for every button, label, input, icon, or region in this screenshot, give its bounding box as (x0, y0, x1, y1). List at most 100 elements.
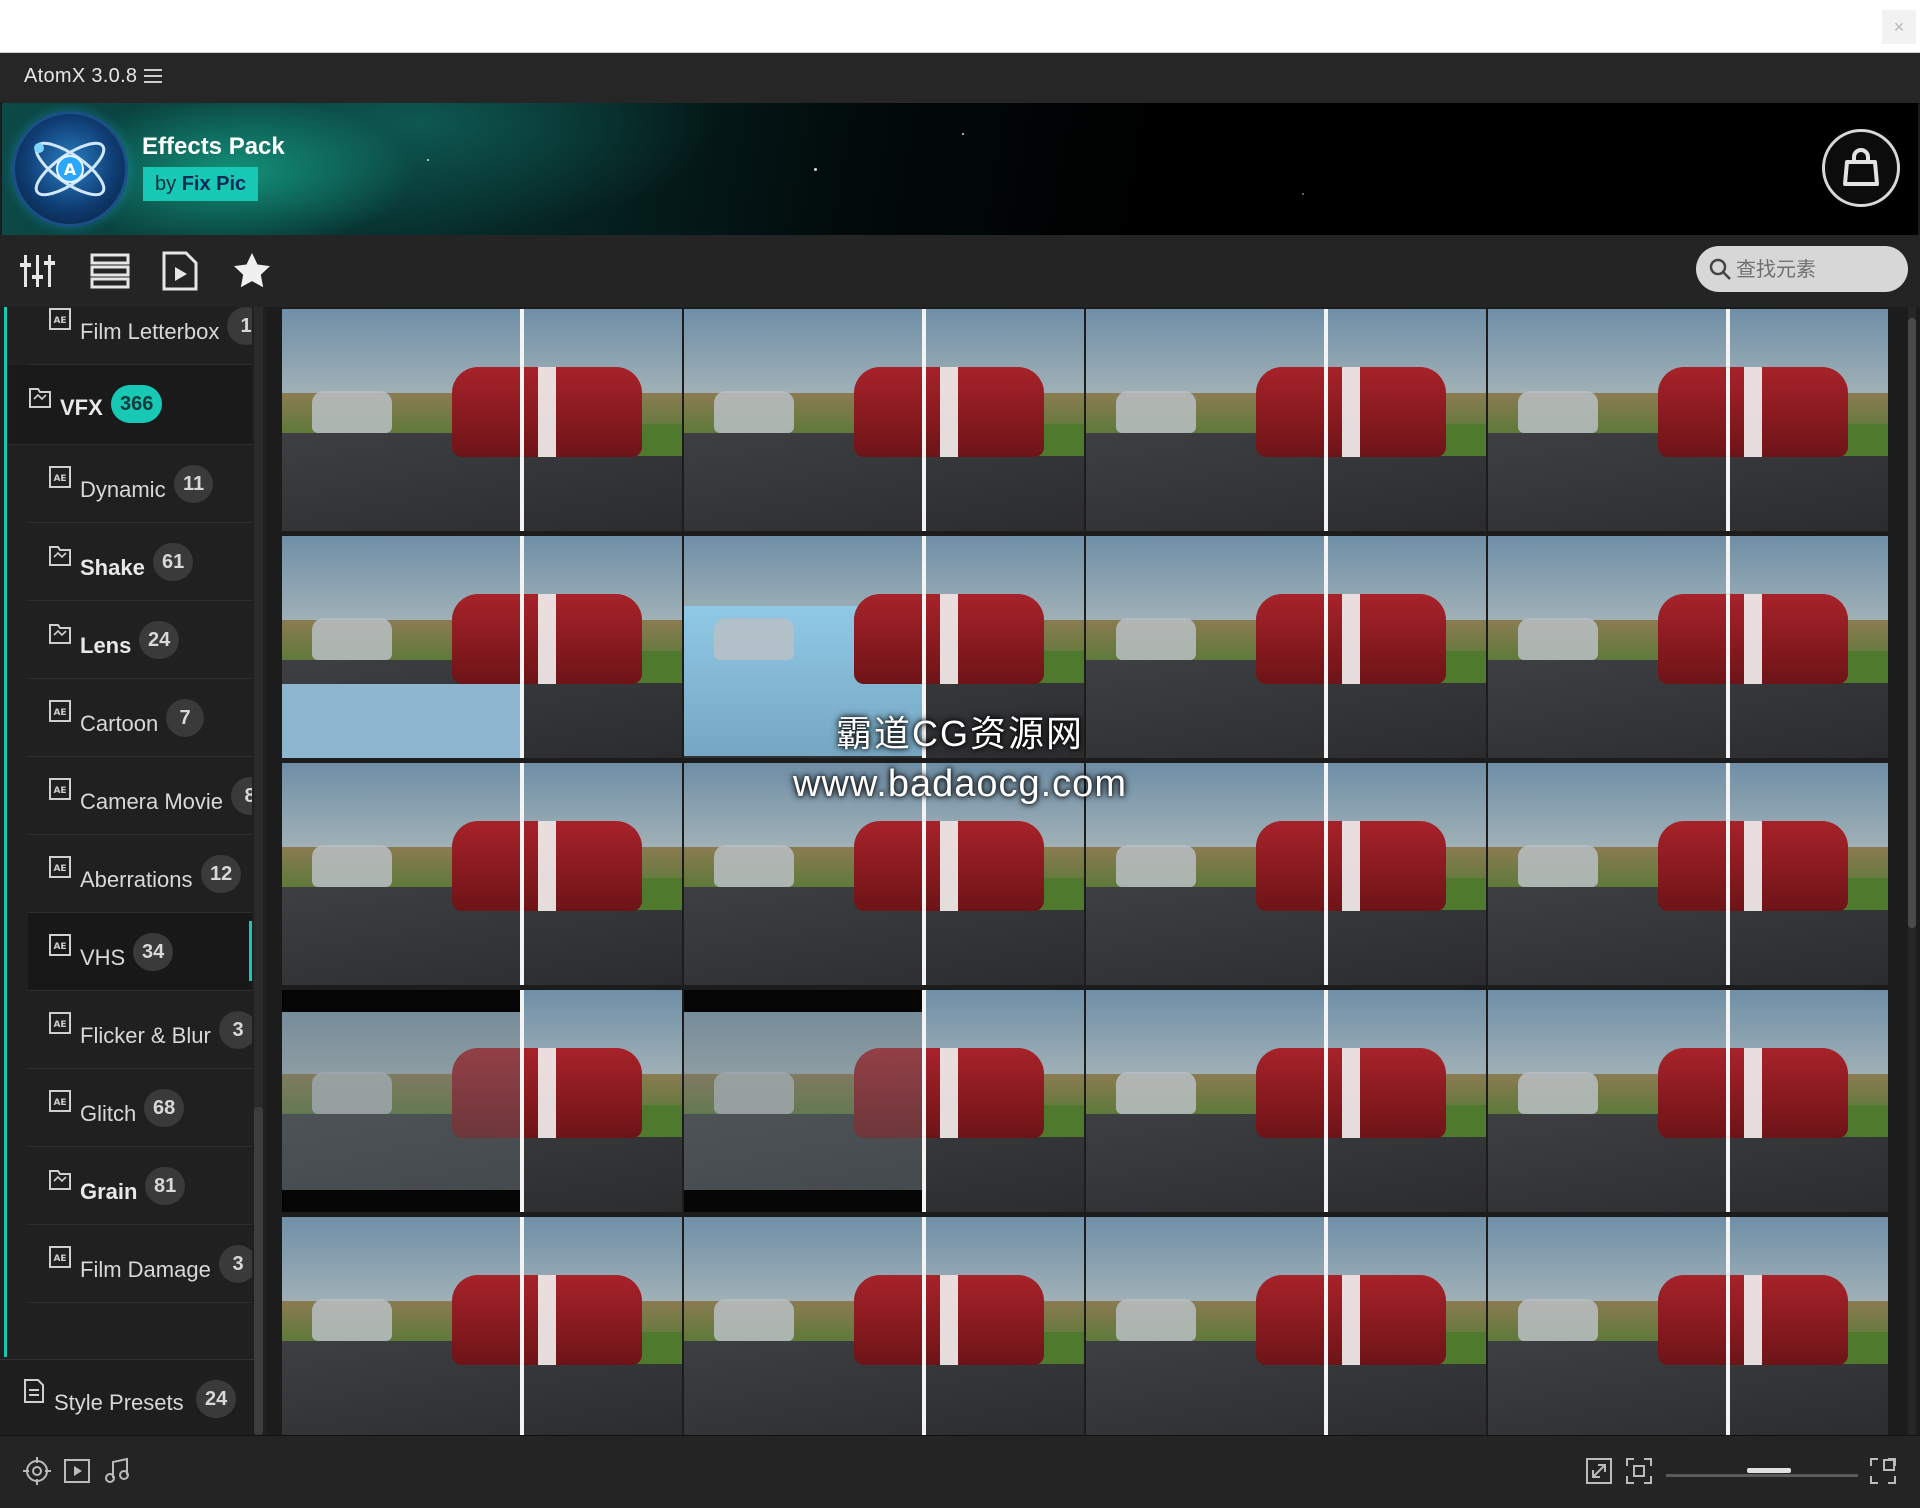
folder-icon (28, 385, 52, 409)
sidebar-item-vfx[interactable]: VFX 366 (8, 365, 252, 445)
music-icon[interactable] (102, 1456, 132, 1486)
banner-title: Effects Pack (142, 133, 285, 160)
sidebar-item-glitch[interactable]: AE Glitch 68 (28, 1069, 252, 1147)
svg-text:AE: AE (53, 786, 66, 796)
zoom-slider-knob[interactable] (1747, 1468, 1792, 1473)
effect-preview-tile[interactable] (684, 1217, 1084, 1435)
svg-text:AE: AE (53, 1020, 66, 1030)
effect-preview-tile[interactable] (684, 536, 1084, 758)
effect-preview-tile[interactable] (1086, 1217, 1486, 1435)
category-sidebar: AE Film Letterbox 1 VFX 366 AE Dynamic 11 Shake 6… (0, 307, 267, 1435)
effect-preview-tile[interactable] (282, 763, 682, 985)
sidebar-item-count: 81 (145, 1167, 186, 1205)
sidebar-item-camera-movie[interactable]: AE Camera Movie 8 (28, 757, 252, 835)
svg-text:AE: AE (53, 708, 66, 718)
sidebar-item-label: Aberrations (80, 867, 193, 892)
main-toolbar (0, 235, 1920, 307)
star-decoration (1302, 193, 1304, 195)
svg-text:AE: AE (53, 1098, 66, 1108)
sidebar-item-grain[interactable]: Grain 81 (28, 1147, 252, 1225)
effect-preview-tile[interactable] (1488, 309, 1888, 531)
ae-icon: AE (48, 1011, 72, 1035)
folder-icon (48, 543, 72, 567)
window-close-button[interactable]: × (1882, 10, 1916, 44)
grid-scroll-thumb[interactable] (1908, 318, 1916, 928)
effect-preview-tile[interactable] (1488, 763, 1888, 985)
window-chrome: × (0, 0, 1920, 53)
sidebar-scroll-thumb[interactable] (254, 1107, 263, 1435)
ae-icon: AE (48, 777, 72, 801)
effect-preview-tile[interactable] (1086, 990, 1486, 1212)
banner-brand-badge: by Fix Pic (143, 167, 259, 201)
sidebar-item-flicker-blur[interactable]: AE Flicker & Blur 3 (28, 991, 252, 1069)
sidebar-item-count: 12 (201, 855, 242, 893)
sidebar-item-label: VFX (60, 395, 103, 420)
zoom-slider-track[interactable] (1666, 1474, 1858, 1477)
search-box[interactable] (1696, 246, 1908, 292)
preview-grid (280, 307, 1904, 1435)
video-icon[interactable] (62, 1456, 92, 1486)
style-presets-count: 24 (196, 1380, 237, 1418)
style-presets-label: Style Presets (54, 1390, 184, 1415)
sidebar-item-count: 61 (153, 543, 194, 581)
sliders-icon[interactable] (18, 251, 58, 291)
effect-preview-tile[interactable] (282, 309, 682, 531)
ae-icon: AE (48, 699, 72, 723)
effect-preview-tile[interactable] (1086, 763, 1486, 985)
effect-preview-tile[interactable] (684, 763, 1084, 985)
sidebar-item-shake[interactable]: Shake 61 (28, 523, 252, 601)
sidebar-item-lens[interactable]: Lens 24 (28, 601, 252, 679)
sidebar-item-label: Lens (80, 633, 132, 658)
effect-preview-tile[interactable] (282, 536, 682, 758)
expand-icon[interactable] (1584, 1456, 1614, 1486)
ae-icon: AE (48, 855, 72, 879)
hamburger-menu-icon[interactable] (144, 65, 162, 85)
effect-preview-tile[interactable] (282, 990, 682, 1212)
fullscreen-icon[interactable] (1624, 1456, 1654, 1486)
sidebar-item-label: Film Damage (80, 1257, 211, 1282)
shopping-bag-icon (1843, 148, 1879, 186)
star-decoration (962, 133, 964, 135)
effect-preview-tile[interactable] (1086, 309, 1486, 531)
svg-text:AE: AE (53, 864, 66, 874)
sidebar-accent-bar (4, 307, 7, 1357)
brand-name: Fix Pic (181, 173, 247, 195)
ae-icon: AE (48, 933, 72, 957)
shop-bag-button[interactable] (1822, 129, 1900, 207)
sidebar-item-count: 34 (133, 933, 174, 971)
effect-preview-tile[interactable] (1488, 1217, 1888, 1435)
ae-icon: AE (48, 1089, 72, 1113)
sidebar-item-label: Camera Movie (80, 789, 224, 814)
effect-preview-tile[interactable] (1086, 536, 1486, 758)
sidebar-item-film-damage[interactable]: AE Film Damage 3 (28, 1225, 252, 1303)
window-icon[interactable] (1868, 1456, 1898, 1486)
search-input[interactable] (1734, 255, 1898, 285)
sidebar-item-dynamic[interactable]: AE Dynamic 11 (28, 445, 252, 523)
sidebar-item-label: Cartoon (80, 711, 159, 736)
star-decoration (427, 159, 429, 161)
effect-preview-tile[interactable] (1488, 990, 1888, 1212)
sidebar-item-cartoon[interactable]: AE Cartoon 7 (28, 679, 252, 757)
sidebar-item-count: 11 (174, 465, 214, 503)
effect-preview-tile[interactable] (684, 309, 1084, 531)
sidebar-item-style-presets[interactable]: Style Presets 24 (0, 1359, 254, 1435)
target-icon[interactable] (22, 1456, 52, 1486)
media-file-icon[interactable] (160, 251, 200, 291)
sidebar-item-count: 3 (219, 1245, 252, 1283)
list-view-icon[interactable] (90, 251, 130, 291)
sidebar-item-label: Grain (80, 1179, 138, 1204)
sidebar-item-film-letterbox[interactable]: AE Film Letterbox 1 (28, 307, 252, 365)
star-icon[interactable] (232, 251, 272, 291)
svg-text:A: A (64, 160, 77, 179)
by-label: by (155, 173, 177, 195)
effect-preview-tile[interactable] (282, 1217, 682, 1435)
svg-text:AE: AE (53, 474, 66, 484)
sidebar-item-vhs[interactable]: AE VHS 34 (28, 913, 252, 991)
sidebar-item-aberrations[interactable]: AE Aberrations 12 (28, 835, 252, 913)
effect-preview-tile[interactable] (684, 990, 1084, 1212)
sidebar-item-label: Film Letterbox (80, 319, 220, 344)
sidebar-item-label: Dynamic (80, 477, 166, 502)
svg-text:AE: AE (53, 316, 66, 326)
effect-preview-tile[interactable] (1488, 536, 1888, 758)
atomx-logo: A (12, 111, 128, 227)
